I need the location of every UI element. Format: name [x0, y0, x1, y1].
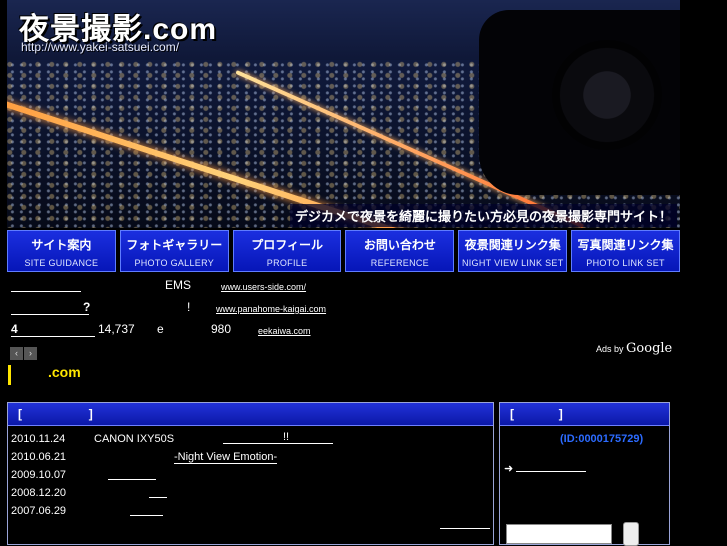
news-link[interactable]	[130, 505, 163, 516]
nav-sublabel: PHOTO GALLERY	[134, 258, 215, 268]
main-nav: サイト案内 SITE GUIDANCE フォトギャラリー PHOTO GALLE…	[7, 230, 680, 272]
ad-url-link[interactable]: eekaiwa.com	[258, 326, 311, 336]
ad-title-link[interactable]: ?	[11, 300, 91, 315]
site-catchphrase: デジカメで夜景を綺麗に撮りたい方必見の夜景撮影専門サイト！	[289, 204, 677, 227]
news-link[interactable]: -Night View Emotion-	[174, 451, 278, 464]
section-marker	[8, 365, 11, 385]
bracket-close: ]	[558, 407, 563, 421]
side-panel: [ ] (ID:0000175729) ➜	[499, 402, 670, 546]
nav-sublabel: PROFILE	[266, 258, 308, 268]
news-link-text: !!	[283, 431, 290, 443]
news-panel-header: [ ]	[8, 403, 493, 426]
news-link[interactable]	[149, 487, 167, 498]
side-link[interactable]: ➜	[504, 462, 587, 475]
nav-site-guidance[interactable]: サイト案内 SITE GUIDANCE	[7, 230, 116, 272]
site-url: http://www.yakei-satsuei.com/	[21, 40, 180, 54]
ad-title-text: ?	[83, 300, 91, 314]
ad-row: 4 14,737 e 980	[11, 322, 231, 337]
ad-url-link[interactable]: www.users-side.com/	[221, 282, 306, 292]
news-date: 2009.10.07	[11, 469, 67, 481]
ads-by-label: Ads by	[596, 344, 624, 354]
bracket-open: [	[18, 407, 22, 421]
nav-night-view-links[interactable]: 夜景関連リンク集 NIGHT VIEW LINK SET	[458, 230, 568, 272]
camera-lens	[552, 40, 662, 150]
news-date: 2010.11.24	[11, 433, 66, 445]
ad-prev-button[interactable]: ‹	[10, 347, 23, 360]
bracket-open: [	[510, 407, 514, 421]
nav-contact[interactable]: お問い合わせ REFERENCE	[345, 230, 455, 272]
ad-text: 14,737	[98, 322, 135, 336]
ad-row: EMS	[11, 278, 191, 292]
ad-text: EMS	[165, 278, 192, 292]
news-link[interactable]	[108, 469, 156, 480]
ad-text: e	[157, 322, 164, 336]
nav-sublabel: REFERENCE	[370, 258, 429, 268]
nav-profile[interactable]: プロフィール PROFILE	[232, 230, 342, 272]
side-text-input[interactable]	[506, 524, 612, 544]
ad-pager: ‹ ›	[10, 343, 38, 361]
news-date: 2008.12.20	[11, 487, 67, 499]
ads-by-google[interactable]: Ads by Google	[596, 341, 672, 356]
ad-text: !	[187, 300, 191, 314]
more-link[interactable]	[440, 527, 490, 529]
nav-sublabel: NIGHT VIEW LINK SET	[461, 258, 564, 268]
arrow-icon: ➜	[504, 463, 514, 475]
member-id: (ID:0000175729)	[560, 433, 644, 445]
nav-label: 夜景関連リンク集	[464, 238, 561, 252]
nav-label: プロフィール	[251, 238, 323, 252]
side-panel-header: [ ]	[500, 403, 669, 426]
ad-row: ? !	[11, 300, 190, 315]
google-logo: Google	[626, 341, 673, 356]
nav-label: フォトギャラリー	[126, 238, 223, 252]
nav-photo-links[interactable]: 写真関連リンク集 PHOTO LINK SET	[571, 230, 680, 272]
side-submit-button[interactable]	[623, 522, 639, 546]
ad-next-button[interactable]: ›	[24, 347, 37, 360]
nav-sublabel: PHOTO LINK SET	[586, 258, 665, 268]
bracket-close: ]	[88, 407, 93, 421]
nav-label: お問い合わせ	[363, 238, 436, 252]
header-banner[interactable]: 夜景撮影.com http://www.yakei-satsuei.com/ デ…	[7, 0, 680, 228]
ad-title-link[interactable]: 4	[11, 322, 95, 337]
news-date: 2010.06.21	[11, 451, 67, 463]
news-link[interactable]: !!	[223, 431, 333, 444]
news-panel: [ ] 2010.11.24 CANON IXY50S !! 2010.06.2…	[7, 402, 494, 545]
nav-label: 写真関連リンク集	[577, 238, 674, 252]
news-text: CANON IXY50S	[94, 433, 175, 445]
ad-title-link[interactable]	[11, 279, 81, 292]
ad-title-text: 4	[11, 322, 18, 336]
nav-photo-gallery[interactable]: フォトギャラリー PHOTO GALLERY	[119, 230, 229, 272]
ad-text: 980	[211, 322, 232, 336]
nav-sublabel: SITE GUIDANCE	[24, 258, 99, 268]
ad-url-link[interactable]: www.panahome-kaigai.com	[216, 304, 326, 314]
nav-label: サイト案内	[31, 238, 92, 252]
news-date: 2007.06.29	[11, 505, 67, 517]
section-heading: .com	[48, 364, 81, 380]
